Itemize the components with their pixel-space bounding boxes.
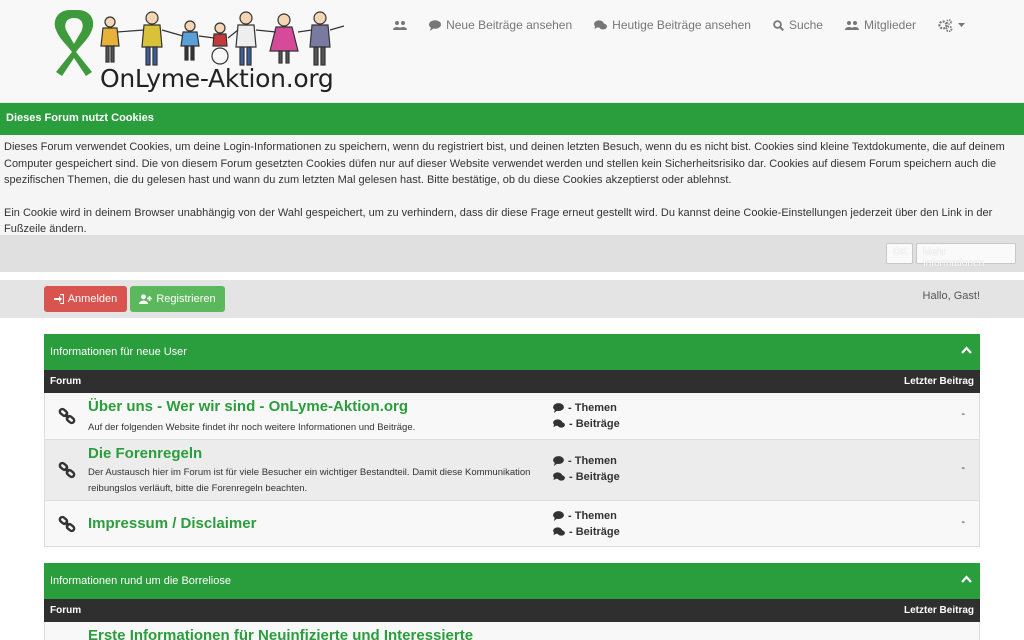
threads-count: - Themen	[568, 510, 617, 522]
nav-team[interactable]	[382, 17, 418, 33]
logo-text: OnLyme-Aktion.org	[100, 64, 334, 93]
column-header: Forum Letzter Beitrag	[44, 599, 980, 622]
cookie-paragraph-2: Ein Cookie wird in deinem Browser unabhä…	[4, 206, 993, 236]
cogs-icon	[938, 18, 953, 32]
cookie-notice-title: Dieses Forum nutzt Cookies	[0, 103, 1024, 135]
main-nav: Neue Beiträge ansehen Heutige Beiträge a…	[382, 17, 976, 33]
comments-icon	[553, 472, 565, 481]
forum-row: Erste Informationen für Neuinfizierte un…	[44, 622, 980, 640]
cookie-paragraph-1: Dieses Forum verwendet Cookies, um deine…	[4, 141, 1005, 186]
chevron-up-icon[interactable]	[961, 575, 972, 583]
last-post: -	[961, 408, 965, 420]
forum-stats: - Themen - Beiträge	[553, 508, 620, 540]
nav-today-posts[interactable]: Heutige Beiträge ansehen	[583, 17, 762, 33]
comments-icon	[594, 19, 608, 29]
cookie-ok-button[interactable]: OK	[886, 243, 913, 264]
threads-count: - Themen	[568, 402, 617, 414]
forum-stats: - Themen - Beiträge	[553, 453, 620, 485]
greeting-text: Hallo, Gast!	[922, 290, 980, 302]
column-forum-label: Forum	[50, 605, 82, 616]
column-header: Forum Letzter Beitrag	[44, 370, 980, 393]
cookie-more-info-button[interactable]: Mehr Informationen	[916, 243, 1016, 269]
link-icon	[58, 461, 76, 479]
nav-settings-dropdown[interactable]	[927, 17, 976, 33]
nav-search[interactable]: Suche	[762, 17, 834, 33]
threads-count: - Themen	[568, 455, 617, 467]
comments-icon	[553, 527, 565, 536]
nav-new-posts[interactable]: Neue Beiträge ansehen	[418, 17, 583, 33]
user-plus-icon	[139, 294, 153, 304]
forum-description: Auf der folgenden Website findet ihr noc…	[88, 422, 416, 433]
cookie-notice-actions: OK Mehr Informationen	[0, 235, 1024, 272]
users-icon	[844, 20, 859, 30]
category-header[interactable]: Informationen rund um die Borreliose	[44, 563, 980, 599]
forum-title-link[interactable]: Impressum / Disclaimer	[88, 515, 256, 532]
site-header: OnLyme-Aktion.org Neue Beiträge ansehen …	[0, 0, 1024, 103]
login-label: Anmelden	[67, 293, 118, 305]
search-icon	[773, 19, 784, 31]
forum-title-link[interactable]: Über uns - Wer wir sind - OnLyme-Aktion.…	[88, 398, 408, 415]
nav-members[interactable]: Mitglieder	[834, 17, 927, 33]
nav-today-posts-label: Heutige Beiträge ansehen	[612, 18, 751, 32]
forum-row: Impressum / Disclaimer - Themen - Beiträ…	[44, 501, 980, 547]
users-icon	[393, 20, 408, 30]
sign-in-icon	[53, 294, 64, 304]
register-button[interactable]: Registrieren	[130, 286, 225, 312]
nav-new-posts-label: Neue Beiträge ansehen	[446, 18, 573, 32]
register-label: Registrieren	[156, 293, 216, 305]
forum-row: Über uns - Wer wir sind - OnLyme-Aktion.…	[44, 393, 980, 440]
comment-icon	[553, 511, 564, 521]
posts-count: - Beiträge	[569, 526, 620, 538]
column-last-post-label: Letzter Beitrag	[903, 376, 974, 387]
forum-description: Der Austausch hier im Forum ist für viel…	[88, 467, 531, 494]
comment-icon	[429, 19, 442, 31]
posts-count: - Beiträge	[569, 471, 620, 483]
nav-search-label: Suche	[788, 18, 823, 32]
comment-icon	[553, 456, 564, 466]
comment-icon	[553, 403, 564, 413]
posts-count: - Beiträge	[569, 418, 620, 430]
forum-row: Die Forenregeln Der Austausch hier im Fo…	[44, 440, 980, 501]
forum-category: Informationen rund um die Borreliose For…	[44, 563, 980, 640]
forum-title-link[interactable]: Erste Informationen für Neuinfizierte un…	[88, 627, 473, 640]
category-title: Informationen für neue User	[50, 346, 187, 358]
cookie-notice-body: Dieses Forum verwendet Cookies, um deine…	[0, 135, 1024, 235]
comments-icon	[553, 419, 565, 428]
site-logo[interactable]: OnLyme-Aktion.org	[48, 6, 348, 98]
user-bar: Anmelden Registrieren Hallo, Gast!	[0, 280, 1024, 318]
login-button[interactable]: Anmelden	[44, 286, 127, 312]
link-icon	[58, 515, 76, 533]
category-header[interactable]: Informationen für neue User	[44, 334, 980, 370]
chevron-up-icon[interactable]	[961, 346, 972, 354]
forum-category: Informationen für neue User Forum Letzte…	[44, 334, 980, 547]
column-last-post-label: Letzter Beitrag	[903, 605, 974, 616]
nav-members-label: Mitglieder	[863, 18, 916, 32]
last-post: -	[961, 462, 965, 474]
forum-stats: - Themen - Beiträge	[553, 400, 620, 432]
last-post: -	[961, 516, 965, 528]
column-forum-label: Forum	[50, 376, 82, 387]
link-icon	[58, 407, 76, 425]
category-title: Informationen rund um die Borreliose	[50, 575, 231, 587]
caret-down-icon	[958, 22, 965, 27]
forum-title-link[interactable]: Die Forenregeln	[88, 445, 202, 462]
